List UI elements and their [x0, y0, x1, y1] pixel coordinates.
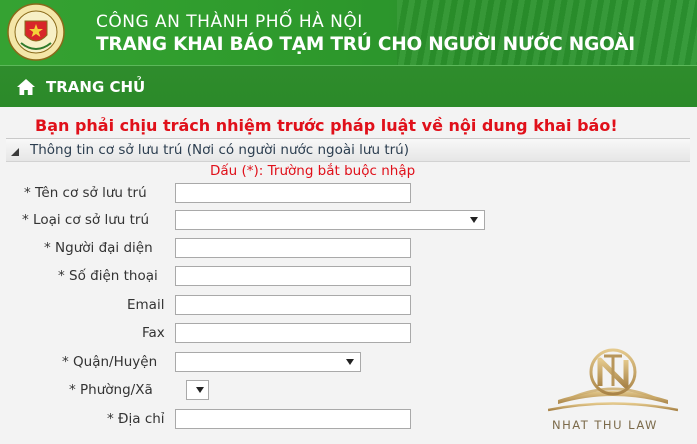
phuong-xa-select[interactable]: [186, 380, 209, 400]
ten-co-so-input[interactable]: [175, 183, 411, 203]
site-header: CÔNG AN THÀNH PHỐ HÀ NỘI TRANG KHAI BÁO …: [0, 0, 697, 65]
label-dia-chi: * Địa chỉ: [107, 411, 165, 427]
required-note: Dấu (*): Trường bắt buộc nhập: [210, 163, 416, 179]
dropdown-arrow-icon: [196, 387, 204, 393]
label-nguoi-dai-dien: * Người đại diện: [44, 240, 153, 256]
label-phuong-xa: * Phường/Xã: [69, 382, 153, 398]
police-emblem-icon: [7, 3, 65, 61]
fax-input[interactable]: [175, 323, 411, 343]
nguoi-dai-dien-input[interactable]: [175, 238, 411, 258]
section-title: Thông tin cơ sở lưu trú (Nơi có người nư…: [30, 142, 410, 158]
home-icon[interactable]: [16, 78, 36, 96]
dia-chi-input[interactable]: [175, 409, 411, 429]
nav-bar: TRANG CHỦ: [0, 65, 697, 108]
label-so-dien-thoai: * Số điện thoại: [58, 268, 158, 284]
label-quan-huyen: * Quận/Huyện: [62, 354, 158, 370]
header-agency-title: CÔNG AN THÀNH PHỐ HÀ NỘI: [96, 12, 363, 32]
legal-warning: Bạn phải chịu trách nhiệm trước pháp luậ…: [35, 116, 618, 135]
label-fax: Fax: [142, 325, 165, 341]
label-loai-co-so: * Loại cơ sở lưu trú: [22, 212, 150, 228]
so-dien-thoai-input[interactable]: [175, 266, 411, 286]
dropdown-arrow-icon: [346, 359, 354, 365]
watermark-text: NHAT THU LAW: [552, 418, 658, 432]
quan-huyen-select[interactable]: [175, 352, 361, 372]
collapse-triangle-icon[interactable]: [10, 147, 20, 157]
label-ten-co-so: * Tên cơ sở lưu trú: [24, 185, 147, 201]
email-input[interactable]: [175, 295, 411, 315]
nhat-thu-law-logo-icon: [548, 348, 678, 412]
section-header[interactable]: Thông tin cơ sở lưu trú (Nơi có người nư…: [6, 138, 690, 162]
loai-co-so-select[interactable]: [175, 210, 485, 230]
nav-home-link[interactable]: TRANG CHỦ: [46, 78, 145, 96]
header-texture: [397, 0, 697, 65]
dropdown-arrow-icon: [470, 217, 478, 223]
label-email: Email: [127, 297, 165, 313]
header-page-title: TRANG KHAI BÁO TẠM TRÚ CHO NGƯỜI NƯỚC NG…: [96, 34, 635, 55]
